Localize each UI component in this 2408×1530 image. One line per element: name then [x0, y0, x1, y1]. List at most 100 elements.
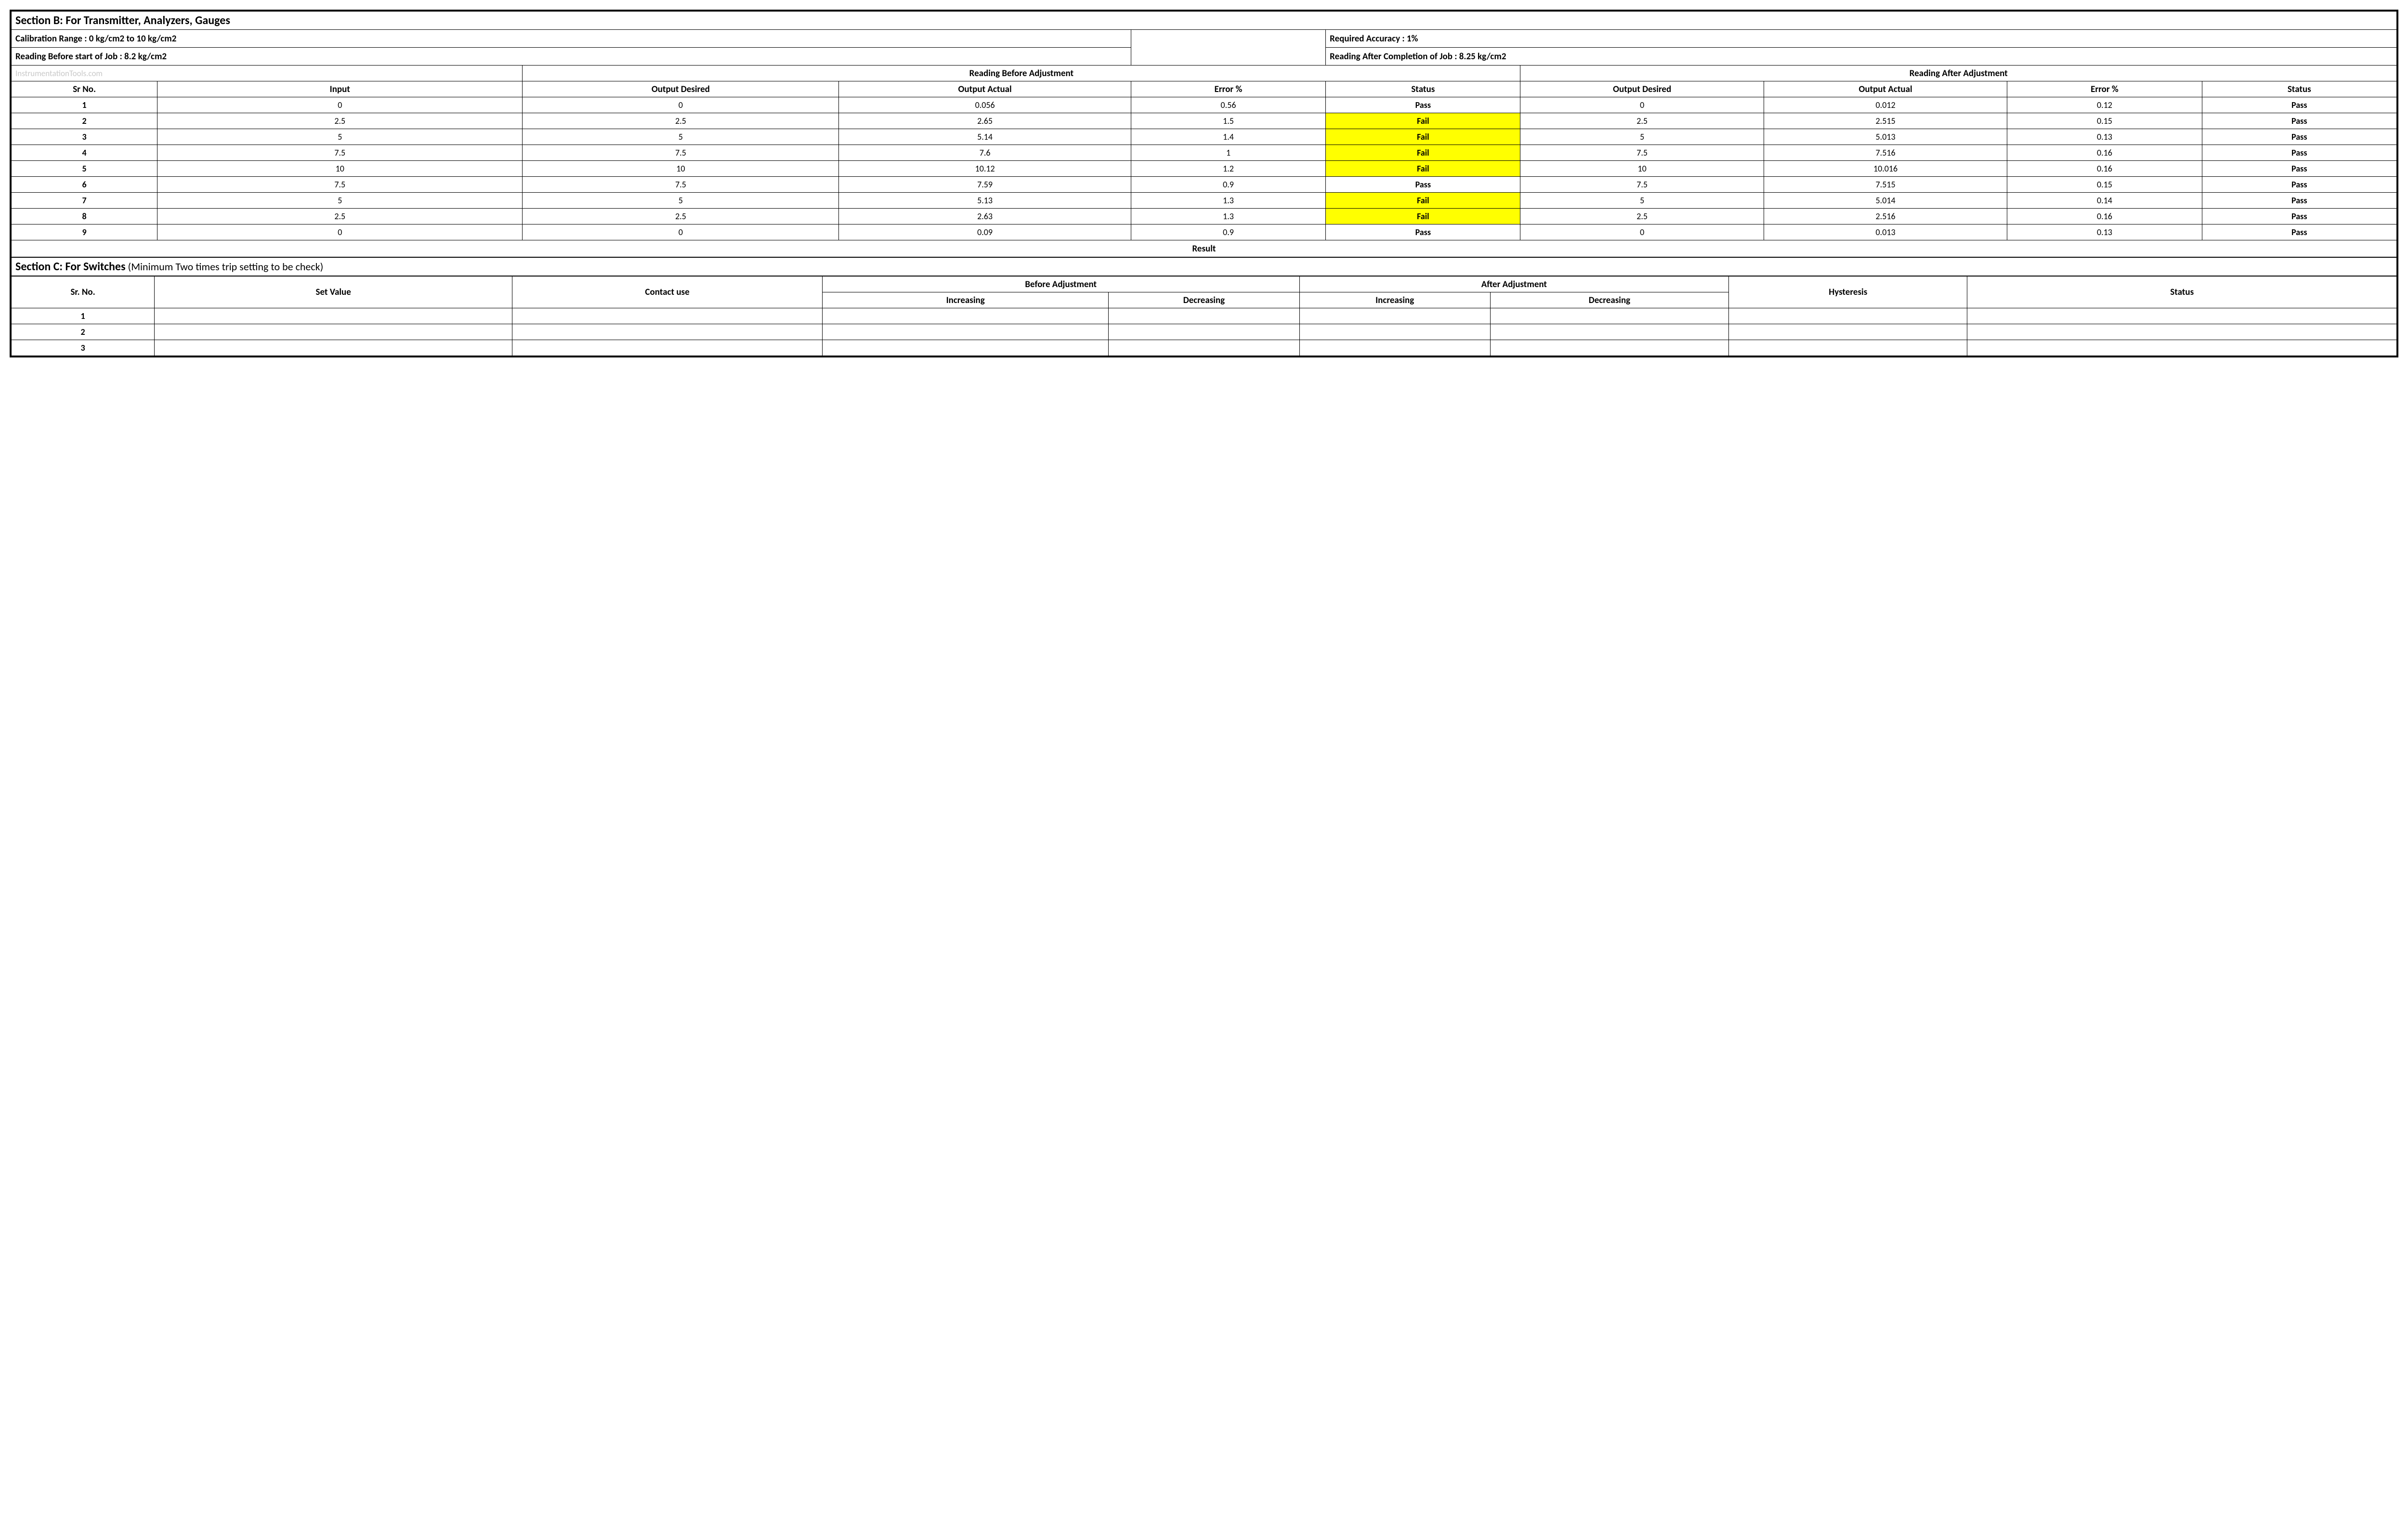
cell: 10.12 [839, 161, 1131, 177]
cell: Pass [2202, 129, 2396, 145]
section-b-table: Section B: For Transmitter, Analyzers, G… [11, 11, 2397, 276]
cell: 7.5 [157, 145, 523, 161]
colc-contact: Contact use [512, 277, 823, 308]
required-accuracy: Required Accuracy : 1% [1326, 30, 2397, 48]
cell [1967, 324, 2397, 340]
cell: Pass [2202, 113, 2396, 129]
colc-status: Status [1967, 277, 2397, 308]
cell: 0.16 [2007, 209, 2202, 224]
cell: 0.16 [2007, 161, 2202, 177]
cell: 10.016 [1764, 161, 2007, 177]
table-row: 3555.141.4Fail55.0130.13Pass [12, 129, 2397, 145]
cell: 10 [157, 161, 523, 177]
cell [155, 308, 512, 324]
table-row: 3 [12, 340, 2397, 356]
cell [1729, 324, 1967, 340]
col-err-after: Error % [2007, 81, 2202, 97]
cell: Pass [1326, 177, 1520, 193]
cell: 10 [523, 161, 839, 177]
cell: 5 [12, 161, 157, 177]
cell: Pass [2202, 193, 2396, 209]
cell: 1.2 [1131, 161, 1325, 177]
cell [155, 324, 512, 340]
cell: 1 [12, 308, 155, 324]
cell [1299, 324, 1490, 340]
section-c-table: Sr. No. Set Value Contact use Before Adj… [11, 276, 2397, 356]
cell: 0 [157, 97, 523, 113]
section-c-heading: Section C: For Switches [15, 260, 126, 274]
calibration-range: Calibration Range : 0 kg/cm2 to 10 kg/cm… [12, 30, 1131, 48]
cell: 0.09 [839, 224, 1131, 240]
hdr-reading-after: Reading After Adjustment [1520, 66, 2397, 81]
cell: 0 [1520, 224, 1764, 240]
cell: 0.12 [2007, 97, 2202, 113]
cell: 7.516 [1764, 145, 2007, 161]
col-input: Input [157, 81, 523, 97]
cell: Pass [2202, 177, 2396, 193]
cell: Pass [2202, 161, 2396, 177]
cell: 0.056 [839, 97, 1131, 113]
cell: 1 [1131, 145, 1325, 161]
hdr-reading-before: Reading Before Adjustment [523, 66, 1520, 81]
cell [822, 308, 1108, 324]
table-row: 82.52.52.631.3Fail2.52.5160.16Pass [12, 209, 2397, 224]
cell: 2.5 [523, 113, 839, 129]
cell: 2.5 [157, 113, 523, 129]
cell: 0.9 [1131, 177, 1325, 193]
cell: 7.5 [157, 177, 523, 193]
table-row: 7555.131.3Fail55.0140.14Pass [12, 193, 2397, 209]
cell: 5 [157, 129, 523, 145]
cell: 1.5 [1131, 113, 1325, 129]
cell [1490, 340, 1728, 356]
colc-after-dec: Decreasing [1490, 292, 1728, 308]
cell: 2 [12, 324, 155, 340]
table-row: 1000.0560.56Pass00.0120.12Pass [12, 97, 2397, 113]
cell: 5.013 [1764, 129, 2007, 145]
table-row: 2 [12, 324, 2397, 340]
cell: 2.5 [523, 209, 839, 224]
cell: 5 [523, 129, 839, 145]
cell: Pass [1326, 224, 1520, 240]
cell: 2 [12, 113, 157, 129]
cell: 5 [1520, 129, 1764, 145]
cell [1967, 308, 2397, 324]
blank-cell [1131, 30, 1325, 66]
cell: 0.16 [2007, 145, 2202, 161]
cell [512, 308, 823, 324]
cell: 0 [523, 224, 839, 240]
cell: 0.013 [1764, 224, 2007, 240]
cell: 0.15 [2007, 113, 2202, 129]
cell: 0 [157, 224, 523, 240]
colc-after-inc: Increasing [1299, 292, 1490, 308]
cell: 1.4 [1131, 129, 1325, 145]
cell: 7.6 [839, 145, 1131, 161]
table-row: 22.52.52.651.5Fail2.52.5150.15Pass [12, 113, 2397, 129]
cell: Pass [2202, 209, 2396, 224]
cell: Fail [1326, 145, 1520, 161]
cell: 7.5 [1520, 145, 1764, 161]
cell: 1.3 [1131, 209, 1325, 224]
cell: 5 [1520, 193, 1764, 209]
colc-after: After Adjustment [1299, 277, 1729, 292]
cell: 2.63 [839, 209, 1131, 224]
cell: 2.5 [1520, 209, 1764, 224]
cell: Fail [1326, 161, 1520, 177]
cell [155, 340, 512, 356]
cell: 3 [12, 340, 155, 356]
calibration-report: Section B: For Transmitter, Analyzers, G… [10, 10, 2398, 357]
table-row: 67.57.57.590.9Pass7.57.5150.15Pass [12, 177, 2397, 193]
cell: 1 [12, 97, 157, 113]
cell [822, 324, 1108, 340]
section-b-title: Section B: For Transmitter, Analyzers, G… [12, 12, 2397, 30]
col-outdes-before: Output Desired [523, 81, 839, 97]
table-row: 9000.090.9Pass00.0130.13Pass [12, 224, 2397, 240]
col-status-before: Status [1326, 81, 1520, 97]
cell: 0.13 [2007, 224, 2202, 240]
cell: 5 [157, 193, 523, 209]
cell: Pass [2202, 145, 2396, 161]
cell: 2.5 [1520, 113, 1764, 129]
cell [1729, 308, 1967, 324]
result-label: Result [12, 240, 2397, 258]
cell: 9 [12, 224, 157, 240]
table-row: 47.57.57.61Fail7.57.5160.16Pass [12, 145, 2397, 161]
